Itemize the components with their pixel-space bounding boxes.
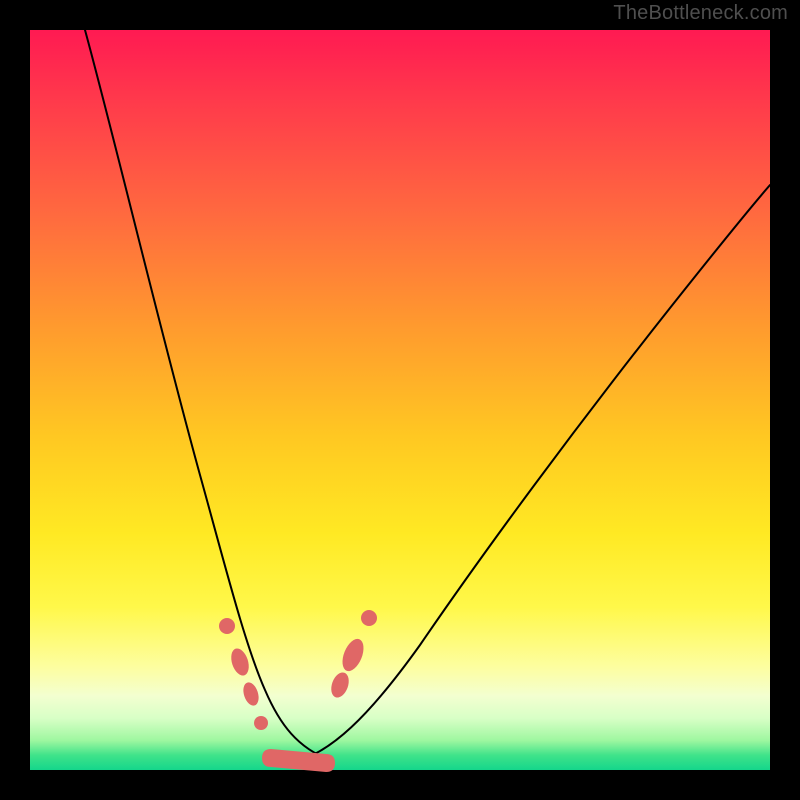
marker-dot xyxy=(361,610,377,626)
marker-dot xyxy=(254,716,268,730)
marker-dot xyxy=(338,636,367,674)
marker-dot xyxy=(228,646,252,678)
marker-segment xyxy=(262,749,335,772)
right-curve xyxy=(290,185,770,763)
watermark-text: TheBottleneck.com xyxy=(613,2,788,25)
curves-layer xyxy=(30,30,770,770)
plot-area xyxy=(30,30,770,770)
marker-dot xyxy=(219,618,235,634)
marker-dot xyxy=(241,680,262,707)
marker-dot xyxy=(328,670,352,700)
left-curve xyxy=(85,30,330,760)
